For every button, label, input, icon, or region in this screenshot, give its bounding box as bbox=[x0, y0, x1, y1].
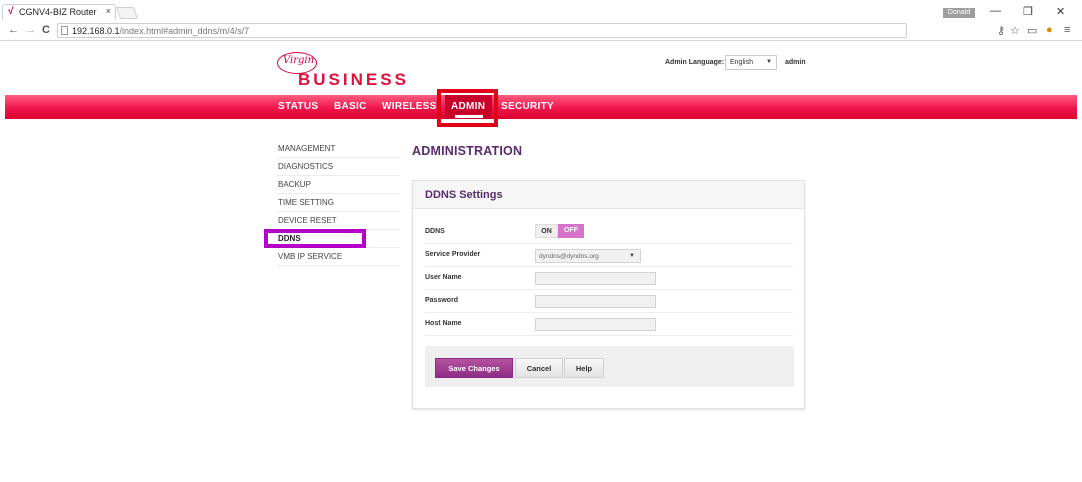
admin-language-label: Admin Language: bbox=[665, 59, 725, 66]
chevron-down-icon: ▼ bbox=[629, 253, 635, 259]
toggle-off[interactable]: OFF bbox=[558, 224, 584, 238]
menu-icon[interactable]: ≡ bbox=[1064, 24, 1070, 36]
service-provider-label: Service Provider bbox=[425, 251, 481, 258]
sidebar-item-device-reset[interactable]: DEVICE RESET bbox=[277, 212, 400, 230]
service-provider-select[interactable]: dyndns@dyndns.org ▼ bbox=[535, 249, 641, 263]
panel-header: DDNS Settings bbox=[413, 181, 804, 209]
password-label: Password bbox=[425, 297, 459, 304]
host-name-input[interactable] bbox=[535, 318, 656, 331]
sidebar-item-time-setting[interactable]: TIME SETTING bbox=[277, 194, 400, 212]
host-name-row: Host Name bbox=[425, 313, 793, 336]
user-name-row: User Name bbox=[425, 267, 793, 290]
host-name-label: Host Name bbox=[425, 320, 462, 327]
url-input[interactable]: 192.168.0.1/index.html#admin_ddns/m/4/s/… bbox=[57, 23, 907, 38]
nav-security[interactable]: SECURITY bbox=[501, 101, 554, 112]
sidebar-item-diagnostics[interactable]: DIAGNOSTICS bbox=[277, 158, 400, 176]
help-button[interactable]: Help bbox=[564, 358, 604, 378]
key-icon[interactable]: ⚷ bbox=[997, 24, 1005, 37]
profile-badge[interactable]: Donald bbox=[943, 8, 975, 18]
save-changes-button[interactable]: Save Changes bbox=[435, 358, 513, 378]
url-path: /index.html#admin_ddns/m/4/s/7 bbox=[119, 26, 250, 36]
nav-status[interactable]: STATUS bbox=[278, 101, 318, 112]
user-name-input[interactable] bbox=[535, 272, 656, 285]
close-window-icon[interactable]: ✕ bbox=[1056, 5, 1065, 18]
panel-title: DDNS Settings bbox=[425, 189, 503, 201]
password-row: Password bbox=[425, 290, 793, 313]
tab-title: CGNV4-BIZ Router bbox=[19, 7, 97, 17]
page-icon bbox=[61, 26, 68, 35]
forward-icon[interactable]: → bbox=[25, 24, 36, 36]
reload-icon[interactable]: C bbox=[42, 24, 50, 36]
logo-signature: Virgin bbox=[283, 55, 315, 66]
password-input[interactable] bbox=[535, 295, 656, 308]
chevron-down-icon: ▼ bbox=[766, 59, 772, 65]
restore-icon[interactable]: ❐ bbox=[1023, 5, 1033, 18]
tab-close-icon[interactable]: × bbox=[106, 6, 111, 16]
page-title: ADMINISTRATION bbox=[412, 144, 523, 158]
admin-language-value: English bbox=[730, 59, 753, 66]
admin-language-select[interactable]: English ▼ bbox=[725, 55, 777, 70]
sidebar-item-vmb-ip-service[interactable]: VMB IP SERVICE bbox=[277, 248, 400, 266]
cast-icon[interactable]: ▭ bbox=[1027, 24, 1037, 37]
nav-basic[interactable]: BASIC bbox=[334, 101, 367, 112]
browser-tab-strip: √ CGNV4-BIZ Router × Donald — ❐ ✕ bbox=[0, 0, 1082, 20]
button-bar: Save Changes Cancel Help bbox=[425, 346, 794, 387]
ddns-highlight-box bbox=[264, 229, 366, 248]
cancel-button[interactable]: Cancel bbox=[515, 358, 563, 378]
logged-in-user[interactable]: admin bbox=[785, 59, 806, 66]
brand-wordmark: BUSINESS bbox=[298, 70, 409, 89]
address-toolbar: ← → C 192.168.0.1/index.html#admin_ddns/… bbox=[0, 21, 1082, 41]
admin-highlight-box bbox=[437, 89, 498, 127]
minimize-icon[interactable]: — bbox=[990, 5, 1001, 17]
service-provider-row: Service Provider dyndns@dyndns.org ▼ bbox=[425, 244, 793, 267]
browser-tab[interactable]: √ CGNV4-BIZ Router × bbox=[2, 4, 116, 20]
toggle-on[interactable]: ON bbox=[535, 224, 558, 238]
bookmark-star-icon[interactable]: ☆ bbox=[1010, 24, 1020, 37]
new-tab-button[interactable] bbox=[115, 7, 139, 19]
ddns-settings-panel: DDNS Settings DDNS ON OFF Service Provid… bbox=[412, 180, 805, 409]
extension-icon[interactable]: ● bbox=[1046, 24, 1053, 36]
nav-wireless[interactable]: WIRELESS bbox=[382, 101, 437, 112]
ddns-row: DDNS ON OFF bbox=[425, 221, 793, 244]
back-icon[interactable]: ← bbox=[8, 24, 19, 36]
sidebar-item-management[interactable]: MANAGEMENT bbox=[277, 140, 400, 158]
service-provider-value: dyndns@dyndns.org bbox=[539, 253, 599, 260]
virgin-favicon-icon: √ bbox=[8, 6, 14, 17]
ddns-toggle[interactable]: ON OFF bbox=[535, 224, 585, 238]
user-name-label: User Name bbox=[425, 274, 462, 281]
url-host: 192.168.0.1 bbox=[72, 26, 120, 36]
sidebar-item-backup[interactable]: BACKUP bbox=[277, 176, 400, 194]
ddns-label: DDNS bbox=[425, 228, 445, 235]
